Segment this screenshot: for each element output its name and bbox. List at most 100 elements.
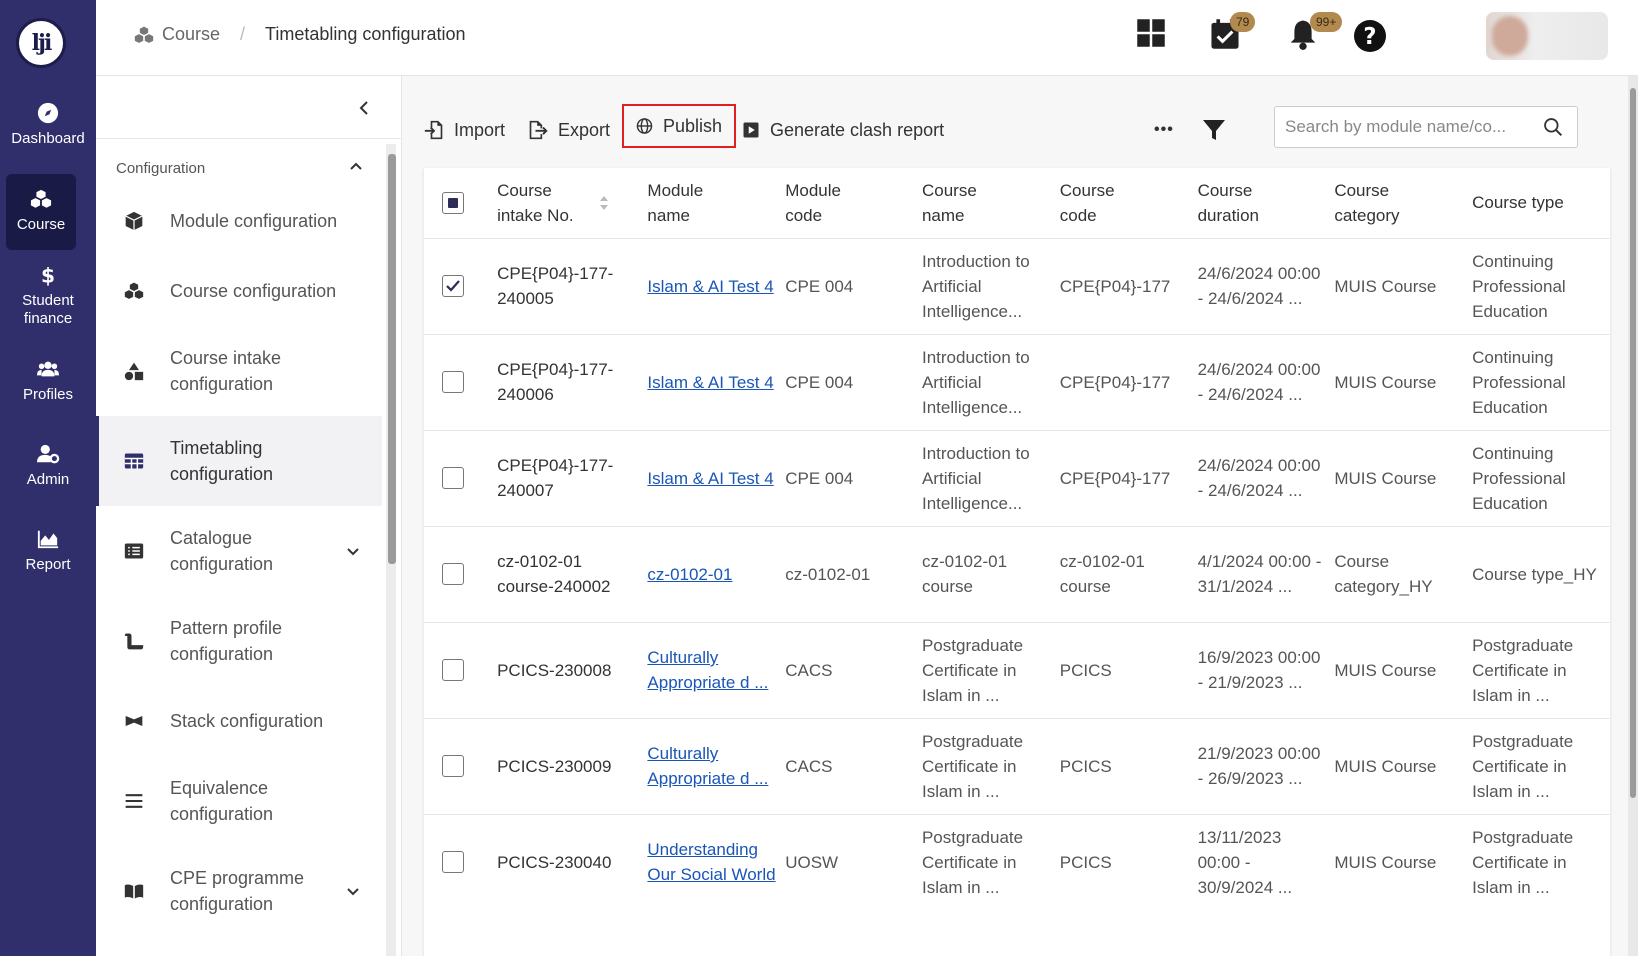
cell-text: Course type_HY <box>1472 564 1597 584</box>
cell-duration: 24/6/2024 00:00 - 24/6/2024 ... <box>1197 237 1335 334</box>
row-checkbox[interactable] <box>442 275 464 297</box>
checkmark-icon <box>446 280 460 292</box>
ellipsis-icon: ••• <box>1154 121 1174 138</box>
export-label: Export <box>558 119 611 140</box>
sidebar-scroll-thumb[interactable] <box>388 154 396 564</box>
sidebar-item-timetabling[interactable]: Timetabling configuration <box>96 416 382 506</box>
cell-text: Introduction to Artificial Intelligence.… <box>921 347 1030 417</box>
select-all-checkbox[interactable] <box>442 191 464 214</box>
sidebar-item-cpe-programme[interactable]: CPE programme configuration <box>96 846 382 936</box>
generate-clash-report-button[interactable]: Generate clash report <box>742 110 944 150</box>
chevron-down-icon[interactable] <box>346 544 360 558</box>
cell-text: 24/6/2024 00:00 - 24/6/2024 ... <box>1197 264 1321 308</box>
cell-text: PCICS-230040 <box>497 852 612 872</box>
module-name-link[interactable]: Understanding Our Social World <box>647 840 775 884</box>
more-button[interactable]: ••• <box>1154 110 1174 150</box>
filter-button[interactable] <box>1202 110 1236 150</box>
row-checkbox[interactable] <box>442 371 464 393</box>
cell-text: CACS <box>785 660 833 680</box>
publish-button[interactable]: Publish <box>622 104 736 148</box>
table-row[interactable]: PCICS-230040 Understanding Our Social Wor… <box>424 813 1610 910</box>
sidebar-item-label: Pattern profile configuration <box>170 618 283 664</box>
cell-category: Course category_HY <box>1334 525 1473 622</box>
table-row[interactable]: CPE{P04}-177-240007 Islam & AI Test 4 CPE … <box>424 429 1610 526</box>
chevron-left-icon[interactable] <box>354 96 374 120</box>
notifications-button[interactable]: 99+ <box>1288 12 1343 55</box>
import-icon <box>424 120 443 140</box>
row-checkbox[interactable] <box>442 563 464 585</box>
sidebar-item-label: CPE programme configuration <box>170 868 305 914</box>
cell-code: CACS <box>785 621 922 718</box>
table-row[interactable]: CPE{P04}-177-240006 Islam & AI Test 4 CPE … <box>424 333 1610 430</box>
cell-code: CPE 004 <box>785 429 922 526</box>
module-name-link[interactable]: Culturally Appropriate d ... <box>647 744 768 788</box>
cell-text: Postgraduate Certificate in Islam in ... <box>1472 635 1574 705</box>
nav-report[interactable]: Report <box>0 528 96 574</box>
module-name-link[interactable]: Islam & AI Test 4 <box>647 277 773 296</box>
chevron-down-icon[interactable] <box>346 884 360 898</box>
main-content: Import Export Publish Generate clash rep… <box>402 76 1638 956</box>
table-row[interactable]: cz-0102-01 course-240002 cz-0102-01 cz-010… <box>424 525 1610 622</box>
tasks-badge: 79 <box>1230 12 1256 32</box>
cell-text: UOSW <box>785 852 839 872</box>
cell-course-code: CPE{P04}-177 <box>1059 237 1198 334</box>
row-checkbox[interactable] <box>442 851 464 874</box>
sidebar-item-module[interactable]: Module configuration <box>96 186 382 256</box>
tasks-button[interactable]: 79 <box>1210 12 1256 55</box>
logo[interactable]: lji <box>16 18 66 68</box>
sidebar-item-course[interactable]: Course configuration <box>96 256 382 326</box>
user-menu[interactable] <box>1486 12 1608 60</box>
generate-clash-report-label: Generate clash report <box>770 119 945 140</box>
table-row[interactable]: PCICS-230009 Culturally Appropriate d ...… <box>424 717 1610 814</box>
sidebar-item-stack[interactable]: Stack configuration <box>96 686 382 756</box>
sidebar-item-catalogue[interactable]: Catalogue configuration <box>96 506 382 596</box>
users-icon <box>37 361 59 377</box>
breadcrumb-course[interactable]: Course <box>162 24 220 45</box>
table-row[interactable]: PCICS-230008 Culturally Appropriate d ...… <box>424 621 1610 718</box>
chevron-up-icon[interactable] <box>348 158 364 174</box>
module-name-link[interactable]: Culturally Appropriate d ... <box>647 648 768 692</box>
apps-button[interactable] <box>1136 18 1166 53</box>
module-name-link[interactable]: Islam & AI Test 4 <box>647 373 773 392</box>
cell-text: Postgraduate Certificate in Islam in ... <box>921 635 1024 705</box>
help-button[interactable]: ? <box>1354 20 1386 57</box>
sidebar-item-pattern-profile[interactable]: Pattern profile configuration <box>96 596 382 686</box>
export-button[interactable]: Export <box>528 110 610 150</box>
import-button[interactable]: Import <box>424 110 505 150</box>
search-icon[interactable] <box>1543 117 1563 137</box>
sidebar-item-course-intake[interactable]: Course intake configuration <box>96 330 382 412</box>
cell-duration: 13/11/2023 00:00 - 30/9/2024 ... <box>1197 813 1335 910</box>
nav-admin[interactable]: Admin <box>0 443 96 489</box>
row-checkbox[interactable] <box>442 467 464 489</box>
cell-duration: 4/1/2024 00:00 - 31/1/2024 ... <box>1197 525 1335 622</box>
search-input[interactable] <box>1285 115 1533 139</box>
module-name-link[interactable]: Islam & AI Test 4 <box>647 469 773 488</box>
cell-type: Continuing Professional Education <box>1472 333 1610 430</box>
table-row[interactable]: CPE{P04}-177-240005 Islam & AI Test 4 CPE … <box>424 237 1610 334</box>
cell-text: 16/9/2023 00:00 - 21/9/2023 ... <box>1197 648 1321 692</box>
cell-module: Islam & AI Test 4 <box>647 429 786 526</box>
nav-student-finance[interactable]: $ Student finance <box>0 264 96 328</box>
module-name-link[interactable]: cz-0102-01 <box>647 565 732 584</box>
cubes-icon <box>30 189 52 208</box>
cell-type: Continuing Professional Education <box>1472 237 1610 334</box>
cell-category: MUIS Course <box>1334 621 1473 718</box>
row-checkbox[interactable] <box>442 659 464 681</box>
cell-text: Continuing Professional Education <box>1472 251 1566 321</box>
nav-dashboard[interactable]: Dashboard <box>0 102 96 148</box>
cell-text: cz-0102-01 course <box>921 552 1008 596</box>
nav-course-label: Course <box>16 216 66 233</box>
breadcrumb-current: Timetabling configuration <box>265 24 466 44</box>
sort-icon[interactable] <box>599 194 609 212</box>
cubes-icon <box>134 26 154 43</box>
sidebar-item-equivalence[interactable]: Equivalence configuration <box>96 756 382 846</box>
nav-course[interactable]: Course <box>6 174 76 250</box>
col-course-intake-no[interactable]: Course intake No. <box>497 168 647 238</box>
cell-text: 4/1/2024 00:00 - 31/1/2024 ... <box>1197 552 1322 596</box>
row-checkbox[interactable] <box>442 755 464 777</box>
cell-text: CPE{P04}-177 <box>1059 372 1171 392</box>
main-scroll-thumb[interactable] <box>1630 88 1636 798</box>
nav-profiles[interactable]: Profiles <box>0 358 96 404</box>
cell-text: MUIS Course <box>1334 660 1437 680</box>
bars-icon <box>125 794 143 808</box>
